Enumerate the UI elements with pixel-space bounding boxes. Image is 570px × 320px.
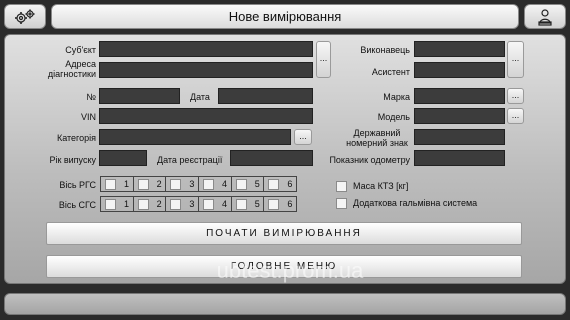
rgs-axis-cell[interactable]: 3	[166, 176, 200, 192]
year-field[interactable]	[99, 150, 147, 166]
rgs-axis-checkbox[interactable]	[203, 178, 215, 190]
plate-field[interactable]	[414, 129, 505, 145]
reg-date-field[interactable]	[230, 150, 313, 166]
sgs-axis-checkbox[interactable]	[137, 198, 149, 210]
rgs-axis-number: 6	[287, 179, 293, 189]
status-bar	[4, 293, 566, 315]
plate-label: Державний номерний знак	[346, 128, 408, 148]
sgs-axis-number: 4	[222, 199, 228, 209]
rgs-axis-checkbox[interactable]	[105, 178, 116, 190]
sgs-axis-cell[interactable]: 5	[231, 196, 265, 212]
axis-sgs-label: Вісь СГС	[58, 200, 96, 210]
sgs-axis-checkbox[interactable]	[268, 198, 280, 210]
performer-label: Виконавець	[360, 45, 410, 55]
sgs-axis-number: 1	[124, 199, 130, 209]
sgs-axis-checkbox[interactable]	[203, 198, 215, 210]
category-field[interactable]	[99, 129, 291, 145]
kts-mass-label: Маса КТЗ [кг]	[353, 181, 409, 191]
vin-label: VIN	[80, 112, 96, 122]
extra-brake-checkbox[interactable]	[336, 197, 347, 209]
rgs-axis-checkbox[interactable]	[137, 178, 149, 190]
rgs-axis-cell[interactable]: 2	[133, 176, 167, 192]
user-button[interactable]	[524, 4, 566, 29]
sgs-axis-cell[interactable]: 4	[199, 196, 232, 212]
number-label: №	[86, 92, 96, 102]
rgs-axis-cell[interactable]: 4	[199, 176, 232, 192]
brand-field[interactable]	[414, 88, 505, 104]
model-field[interactable]	[414, 108, 505, 124]
sgs-axis-number: 5	[254, 199, 260, 209]
subject-field[interactable]	[99, 41, 313, 57]
axis-sgs-row: 1 2 3 4 5 6	[100, 196, 298, 212]
rgs-axis-checkbox[interactable]	[235, 178, 247, 190]
sgs-axis-cell[interactable]: 3	[166, 196, 200, 212]
odometer-field[interactable]	[414, 150, 505, 166]
performer-browse-button[interactable]: ...	[507, 41, 524, 78]
kts-mass-checkbox[interactable]	[336, 180, 347, 192]
kts-mass-option[interactable]: Маса КТЗ [кг]	[336, 180, 516, 192]
performer-field[interactable]	[414, 41, 505, 57]
rgs-axis-cell[interactable]: 5	[231, 176, 265, 192]
address-label: Адреса діагностики	[47, 59, 96, 79]
category-label: Категорія	[56, 133, 96, 143]
rgs-axis-number: 4	[222, 179, 228, 189]
rgs-axis-cell[interactable]: 6	[264, 176, 298, 192]
rgs-axis-checkbox[interactable]	[170, 178, 182, 190]
settings-button[interactable]	[4, 4, 46, 29]
odometer-label: Показник одометру	[329, 155, 410, 165]
assistant-field[interactable]	[414, 62, 505, 78]
extra-brake-option[interactable]: Додаткова гальмівна система	[336, 197, 536, 209]
sgs-axis-cell[interactable]: 1	[100, 196, 134, 212]
sgs-axis-checkbox[interactable]	[170, 198, 182, 210]
rgs-axis-number: 1	[124, 179, 130, 189]
model-browse-button[interactable]: ...	[507, 108, 524, 124]
brand-label: Марка	[383, 92, 410, 102]
date-field[interactable]	[218, 88, 313, 104]
axis-rgs-label: Вісь РГС	[59, 180, 96, 190]
gears-icon	[15, 9, 35, 24]
category-browse-button[interactable]: ...	[294, 129, 312, 145]
watermark: ubtest.prom.ua	[216, 258, 364, 283]
extra-brake-label: Додаткова гальмівна система	[353, 198, 478, 208]
sgs-axis-cell[interactable]: 6	[264, 196, 298, 212]
subject-label: Суб'єкт	[65, 45, 96, 55]
sgs-axis-cell[interactable]: 2	[133, 196, 167, 212]
address-field[interactable]	[99, 62, 313, 78]
start-measurement-button[interactable]: ПОЧАТИ ВИМІРЮВАННЯ	[46, 222, 522, 245]
rgs-axis-number: 3	[189, 179, 195, 189]
brand-browse-button[interactable]: ...	[507, 88, 524, 104]
sgs-axis-checkbox[interactable]	[105, 198, 116, 210]
rgs-axis-number: 2	[156, 179, 162, 189]
vin-field[interactable]	[99, 108, 313, 124]
sgs-axis-checkbox[interactable]	[235, 198, 247, 210]
rgs-axis-checkbox[interactable]	[268, 178, 280, 190]
sgs-axis-number: 6	[287, 199, 293, 209]
sgs-axis-number: 3	[189, 199, 195, 209]
number-field[interactable]	[99, 88, 180, 104]
user-doc-icon	[538, 8, 552, 26]
page-title: Нове вимірювання	[51, 4, 519, 29]
year-label: Рік випуску	[49, 155, 96, 165]
assistant-label: Асистент	[371, 67, 410, 77]
sgs-axis-number: 2	[156, 199, 162, 209]
rgs-axis-cell[interactable]: 1	[100, 176, 134, 192]
rgs-axis-number: 5	[254, 179, 260, 189]
reg-date-label: Дата реєстрації	[157, 155, 223, 165]
axis-rgs-row: 1 2 3 4 5 6	[100, 176, 298, 192]
model-label: Модель	[377, 112, 410, 122]
date-label: Дата	[190, 92, 210, 102]
